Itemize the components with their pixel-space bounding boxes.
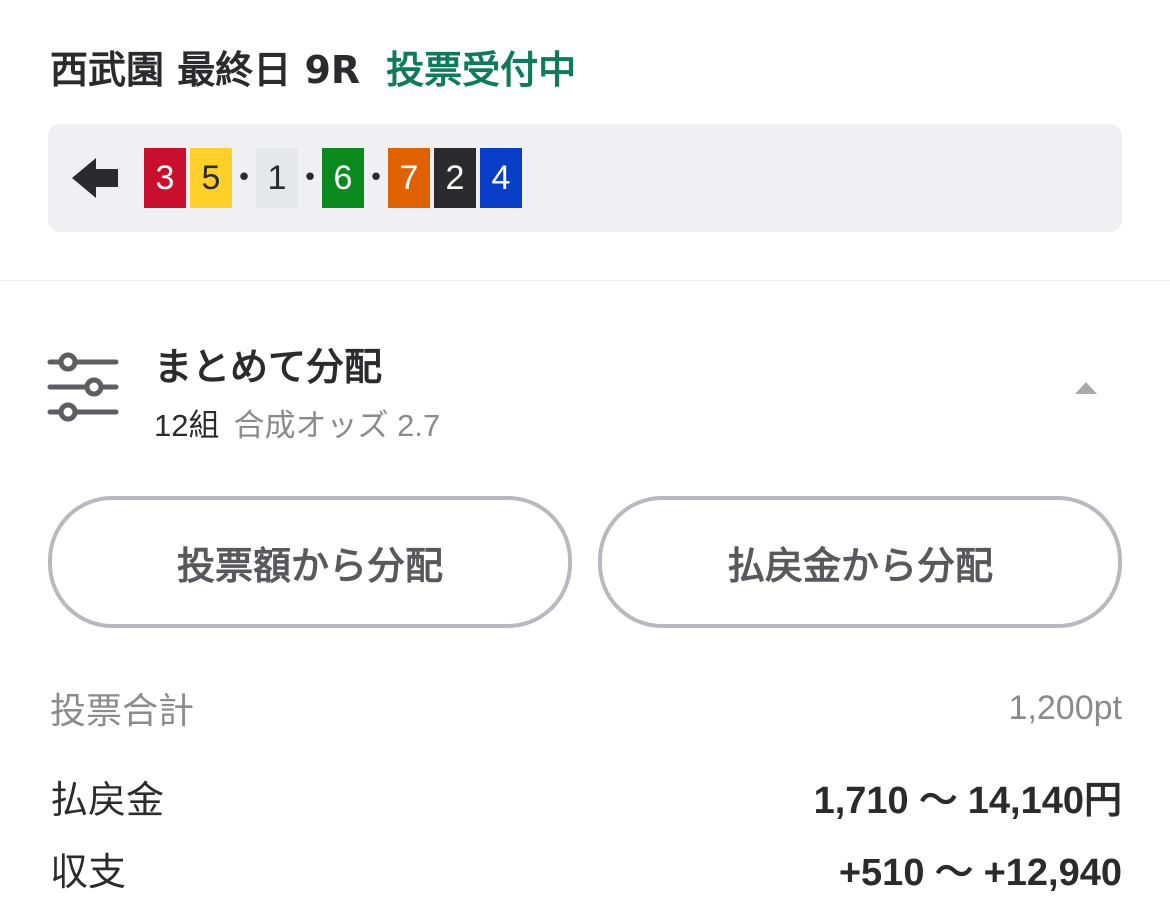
bike-number-1: 1 [256,148,298,208]
combination-numbers: 3 5 • 1 • 6 • 7 2 4 [144,148,522,208]
race-title: 西武園 最終日 9R [50,47,361,92]
combined-odds: 合成オッズ 2.7 [233,408,441,443]
combination-count: 12組 [154,408,220,443]
separator-dot: • [368,163,384,193]
distribution-summary: 12組 合成オッズ 2.7 [154,400,440,445]
payout-value: 1,710 〜 14,140円 [813,779,1122,822]
sliders-icon [47,352,119,422]
total-bet-label: 投票合計 [50,691,195,732]
bike-number-2: 2 [434,148,476,208]
bike-number-7: 7 [388,148,430,208]
bike-number-4: 4 [480,148,522,208]
bike-number-5: 5 [190,148,232,208]
combination-box: 3 5 • 1 • 6 • 7 2 4 [48,124,1122,232]
distribute-by-payout-button[interactable]: 払戻金から分配 [598,496,1122,628]
balance-label: 収支 [50,849,127,894]
balance-value: +510 〜 +12,940 [838,851,1122,894]
race-header: 西武園 最終日 9R 投票受付中 [50,38,576,94]
arrow-left-icon [72,158,118,198]
section-divider [0,280,1170,281]
distribution-title: まとめて分配 [154,345,383,389]
bike-number-3: 3 [144,148,186,208]
total-bet-row: 投票合計 1,200pt [50,680,1122,736]
chevron-up-icon[interactable] [1072,378,1100,398]
separator-dot: • [302,163,318,193]
betting-status: 投票受付中 [386,47,577,92]
payout-row: 払戻金 1,710 〜 14,140円 [50,766,1122,826]
separator-dot: • [236,163,252,193]
total-bet-value: 1,200pt [1008,688,1122,727]
distribute-by-stake-button[interactable]: 投票額から分配 [48,496,572,628]
payout-label: 払戻金 [50,777,165,822]
bike-number-6: 6 [322,148,364,208]
balance-row: 収支 +510 〜 +12,940 [50,838,1122,898]
